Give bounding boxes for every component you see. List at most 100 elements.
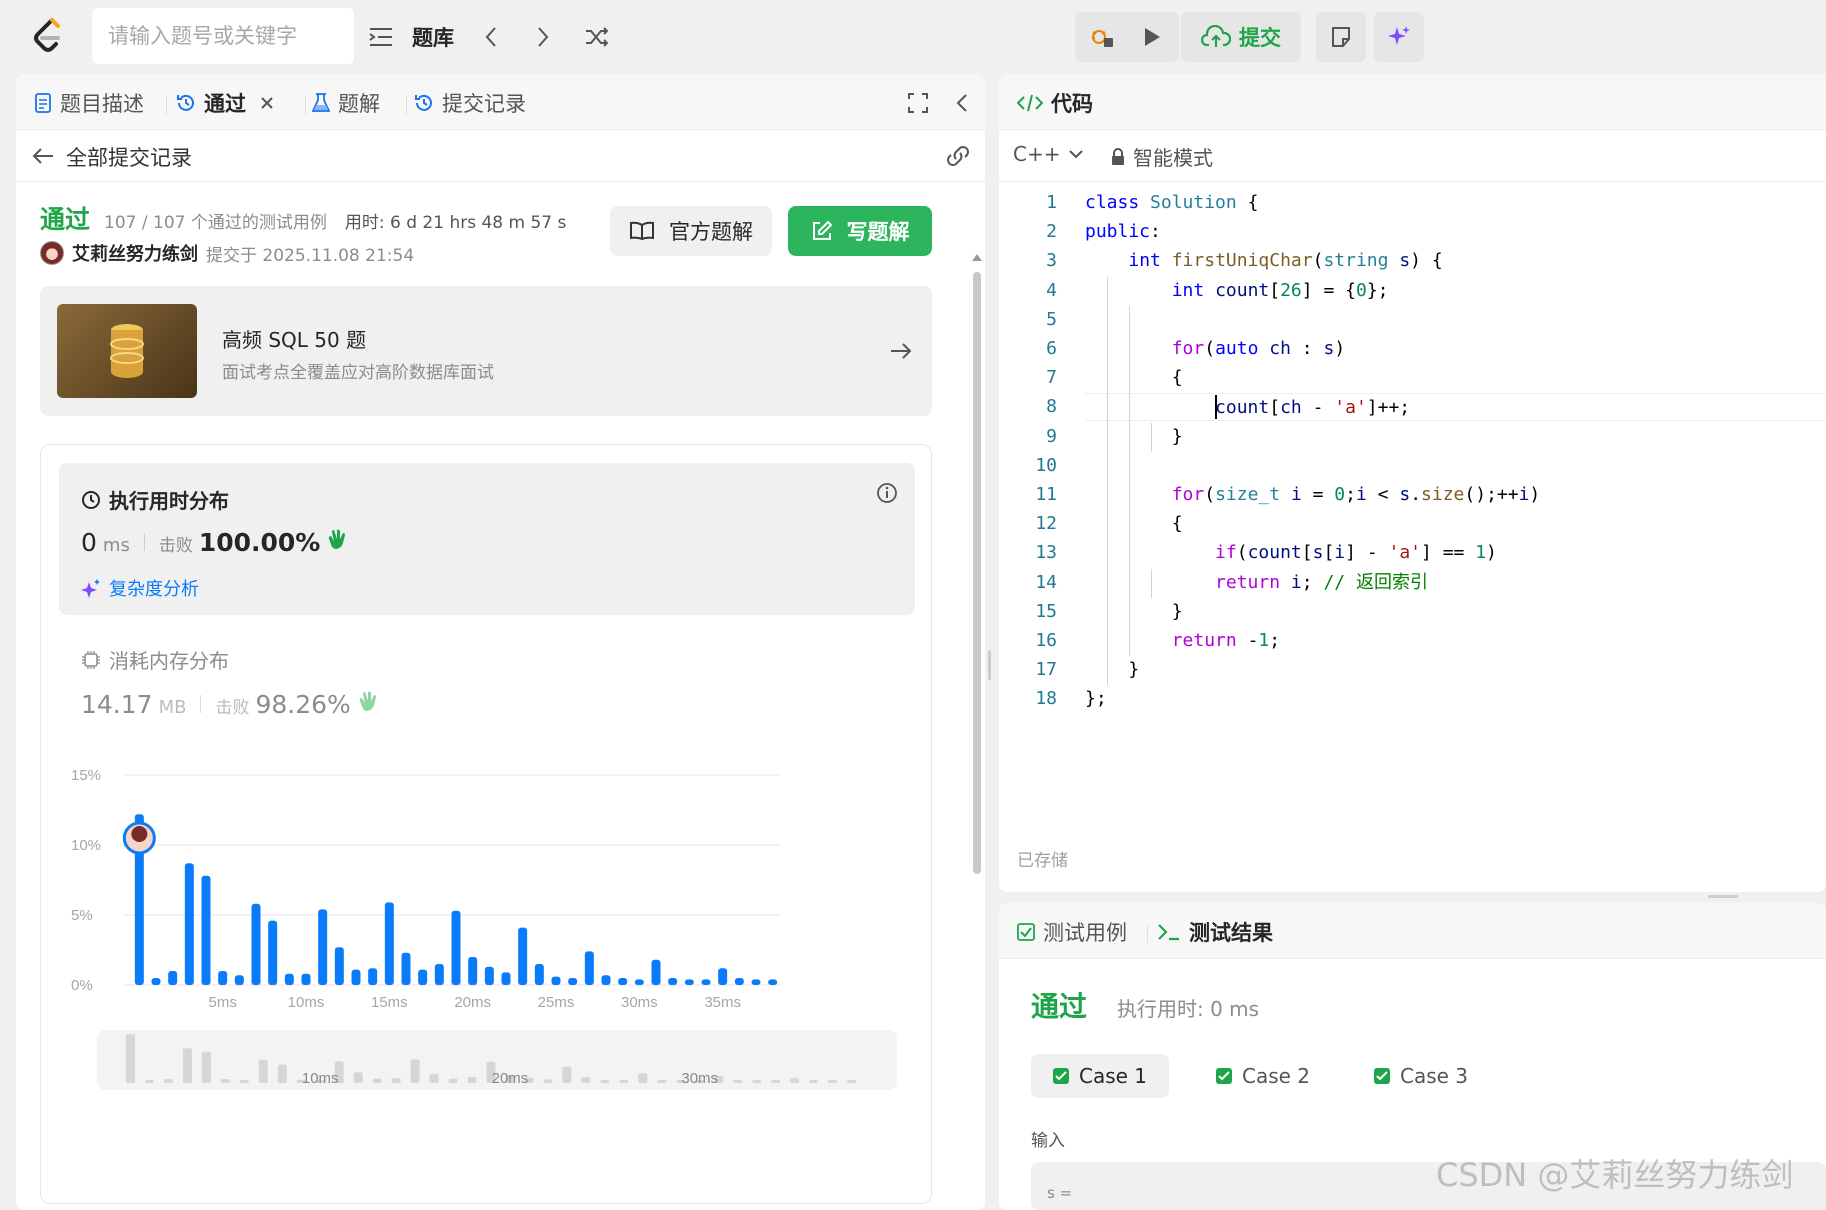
- bar[interactable]: [734, 978, 744, 985]
- bar[interactable]: [534, 964, 544, 985]
- mini-bar[interactable]: [600, 1080, 610, 1083]
- complexity-analysis-link[interactable]: 复杂度分析: [81, 575, 199, 601]
- tab-test-result[interactable]: 测试结果: [1157, 917, 1273, 947]
- bar[interactable]: [418, 969, 428, 985]
- tab-submissions[interactable]: 提交记录: [414, 88, 526, 118]
- smart-mode-toggle[interactable]: 智能模式: [1111, 142, 1213, 171]
- mini-bar[interactable]: [258, 1059, 268, 1083]
- mini-bar[interactable]: [163, 1079, 173, 1083]
- scrollbar-track[interactable]: [969, 182, 985, 1210]
- mini-bar[interactable]: [467, 1077, 477, 1083]
- bar[interactable]: [251, 903, 261, 985]
- mini-bar[interactable]: [201, 1051, 211, 1083]
- bar[interactable]: [168, 971, 178, 985]
- memory-title-row[interactable]: 消耗内存分布: [81, 645, 229, 674]
- mini-bar[interactable]: [657, 1080, 667, 1083]
- mini-bar[interactable]: [790, 1078, 800, 1083]
- resize-handle-vertical[interactable]: [988, 650, 991, 680]
- mini-bar[interactable]: [847, 1080, 857, 1083]
- bar[interactable]: [368, 968, 378, 985]
- bar[interactable]: [684, 979, 694, 985]
- mini-bar[interactable]: [182, 1048, 192, 1083]
- case-2-tab[interactable]: Case 2: [1194, 1054, 1332, 1098]
- tab-code[interactable]: 代码: [1017, 88, 1093, 118]
- tab-description[interactable]: 题目描述: [34, 88, 144, 118]
- bar[interactable]: [634, 979, 644, 985]
- bar[interactable]: [284, 973, 294, 985]
- problem-list-link[interactable]: 题库: [412, 22, 454, 52]
- mini-bar[interactable]: [619, 1080, 629, 1083]
- bar[interactable]: [451, 910, 461, 985]
- mini-bar[interactable]: [239, 1080, 249, 1083]
- scroll-up-icon[interactable]: [972, 254, 982, 261]
- bar[interactable]: [618, 978, 628, 985]
- prev-problem-icon[interactable]: [476, 22, 506, 52]
- bar[interactable]: [318, 909, 328, 985]
- leetcode-logo-icon[interactable]: [28, 16, 68, 56]
- resize-handle[interactable]: [1708, 895, 1738, 898]
- bar[interactable]: [651, 959, 661, 985]
- shuffle-icon[interactable]: [582, 22, 612, 52]
- bar[interactable]: [484, 966, 494, 985]
- mini-bar[interactable]: [125, 1034, 135, 1083]
- bar[interactable]: [468, 957, 478, 985]
- info-icon[interactable]: [875, 481, 899, 505]
- mini-bar[interactable]: [353, 1072, 363, 1083]
- collapse-panel-icon[interactable]: [951, 90, 973, 116]
- debug-icon[interactable]: [1087, 22, 1117, 52]
- runtime-card[interactable]: 执行用时分布 0 ms 击败 100.00% 复杂度分析: [59, 463, 915, 615]
- mini-bar[interactable]: [752, 1080, 762, 1083]
- mini-bar[interactable]: [391, 1078, 401, 1083]
- bar[interactable]: [334, 947, 344, 985]
- bar[interactable]: [501, 972, 511, 985]
- scrollbar-thumb[interactable]: [973, 272, 981, 874]
- case-1-tab[interactable]: Case 1: [1031, 1054, 1170, 1098]
- bar[interactable]: [151, 978, 161, 985]
- mini-bar[interactable]: [543, 1079, 553, 1083]
- username[interactable]: 艾莉丝努力练剑: [72, 240, 198, 266]
- mini-bar[interactable]: [448, 1078, 458, 1083]
- mini-bar[interactable]: [638, 1073, 648, 1083]
- bar[interactable]: [401, 952, 411, 985]
- promo-card[interactable]: 高频 SQL 50 题 面试考点全覆盖应对高阶数据库面试: [40, 286, 932, 416]
- mini-bar[interactable]: [809, 1080, 819, 1083]
- tab-accepted[interactable]: 通过: [176, 88, 274, 118]
- submit-button[interactable]: 提交: [1181, 12, 1301, 62]
- bar[interactable]: [268, 920, 278, 985]
- bar[interactable]: [518, 927, 528, 985]
- mini-bar[interactable]: [581, 1077, 591, 1083]
- all-submissions-link[interactable]: 全部提交记录: [66, 142, 192, 172]
- bar[interactable]: [384, 902, 394, 985]
- tab-solutions[interactable]: 题解: [312, 88, 380, 118]
- mini-bar[interactable]: [733, 1080, 743, 1083]
- mini-bar[interactable]: [828, 1080, 838, 1083]
- link-icon[interactable]: [944, 142, 972, 170]
- mini-bar[interactable]: [277, 1064, 287, 1083]
- bar[interactable]: [584, 951, 594, 985]
- list-icon[interactable]: [366, 22, 396, 52]
- bar[interactable]: [568, 978, 578, 985]
- bar[interactable]: [301, 973, 311, 985]
- mini-bar[interactable]: [771, 1080, 781, 1083]
- bar[interactable]: [218, 971, 228, 985]
- fullscreen-icon[interactable]: [905, 90, 931, 116]
- bar[interactable]: [434, 964, 444, 985]
- bar[interactable]: [551, 976, 561, 985]
- runtime-distribution-chart[interactable]: 15% 10% 5% 0% 5ms 10ms 15ms 20ms 25ms 30ms 35ms 10m…: [41, 745, 931, 1195]
- mini-bar[interactable]: [144, 1080, 154, 1083]
- avatar[interactable]: [40, 241, 64, 265]
- mini-bar[interactable]: [372, 1078, 382, 1083]
- mini-bar[interactable]: [429, 1073, 439, 1083]
- bar[interactable]: [668, 978, 678, 985]
- tab-testcases[interactable]: 测试用例: [1017, 917, 1127, 947]
- bar[interactable]: [351, 969, 361, 985]
- back-arrow-icon[interactable]: [30, 144, 56, 168]
- write-solution-button[interactable]: 写题解: [788, 206, 932, 256]
- bar[interactable]: [768, 979, 778, 985]
- arrow-right-icon[interactable]: [888, 338, 914, 364]
- run-icon[interactable]: [1137, 22, 1167, 52]
- next-problem-icon[interactable]: [528, 22, 558, 52]
- language-select[interactable]: C++: [1013, 142, 1084, 166]
- official-solution-button[interactable]: 官方题解: [610, 206, 772, 256]
- mini-bar[interactable]: [410, 1059, 420, 1083]
